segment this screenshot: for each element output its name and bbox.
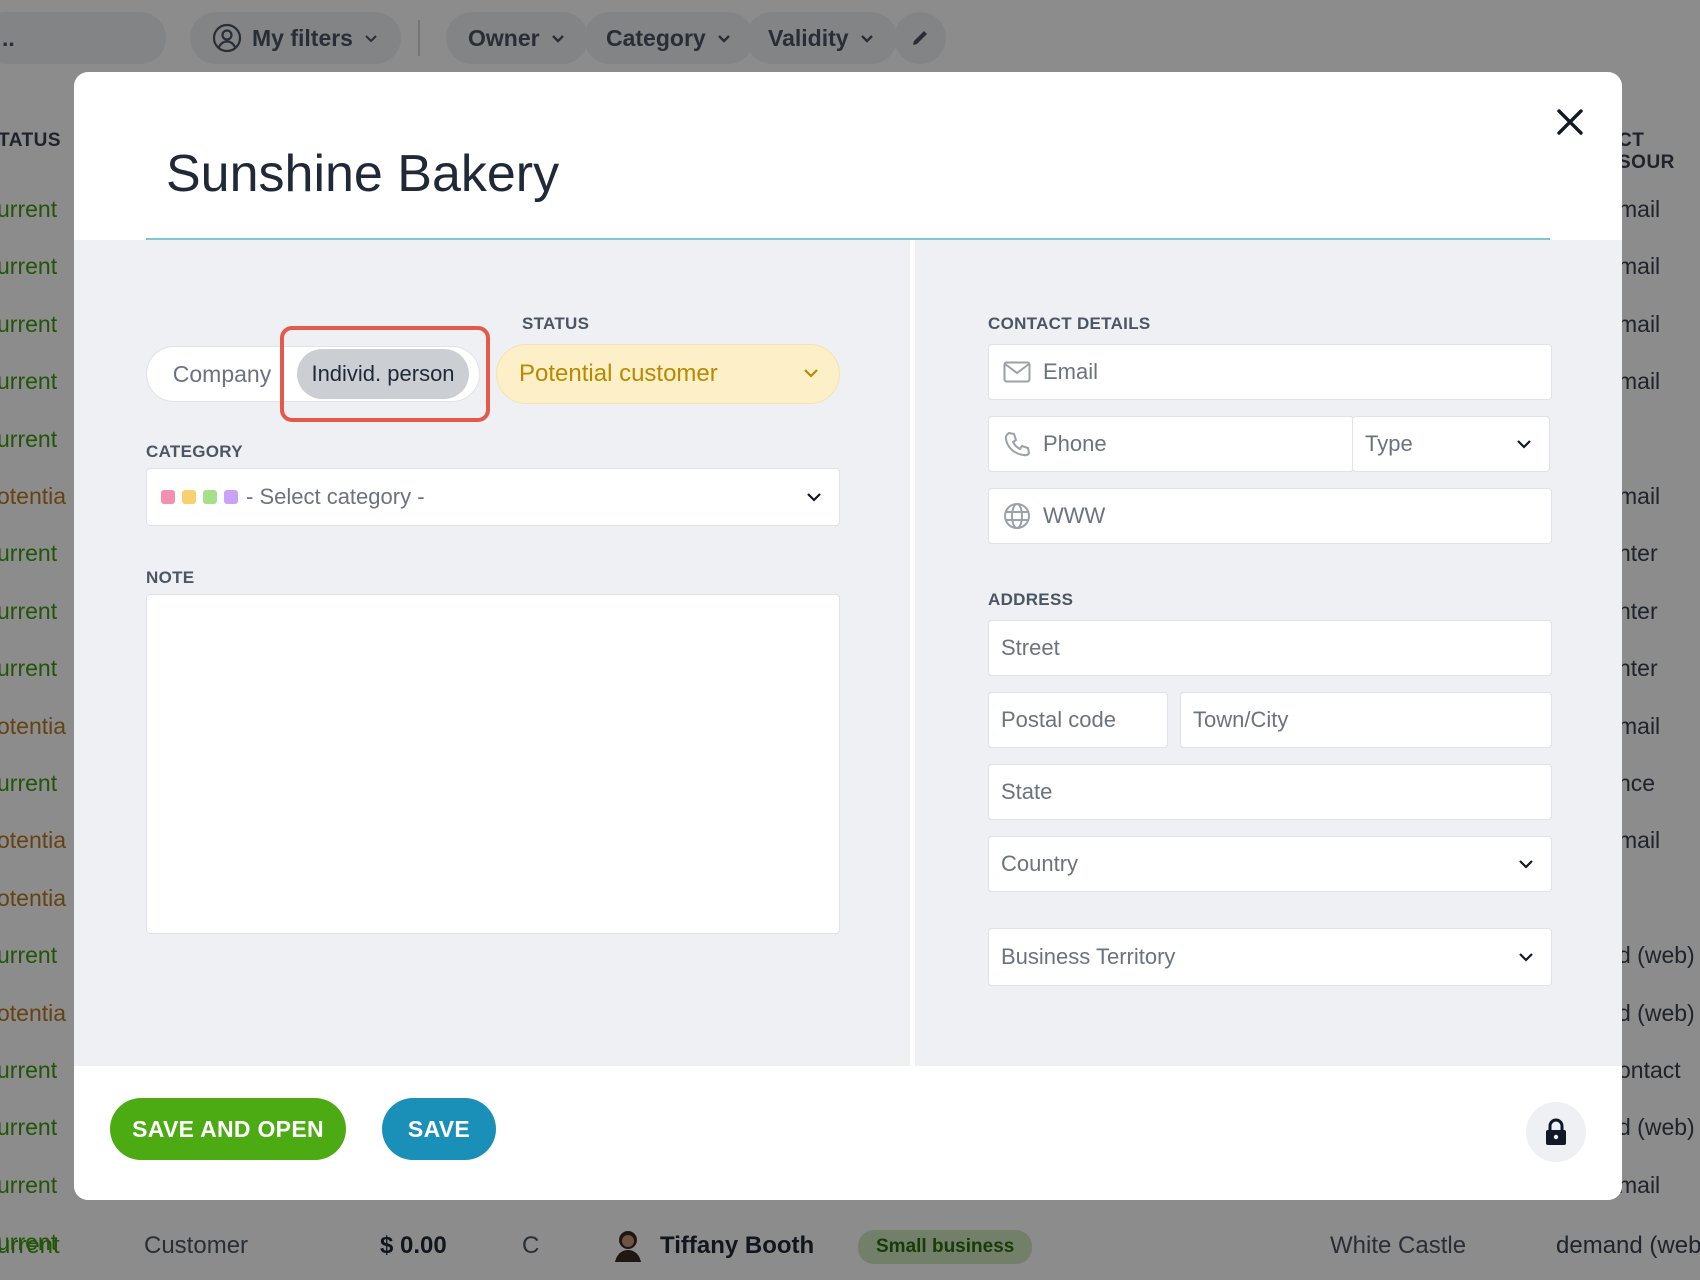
email-placeholder: Email — [1043, 359, 1099, 384]
phone-field[interactable]: Phone — [988, 416, 1354, 472]
lock-button[interactable] — [1526, 1102, 1586, 1162]
phone-placeholder: Phone — [1043, 431, 1107, 456]
category-dot — [203, 490, 217, 504]
country-placeholder: Country — [1001, 851, 1079, 876]
status-value: Potential customer — [519, 360, 718, 387]
chevron-down-icon — [1519, 953, 1533, 962]
save-button[interactable]: SAVE — [382, 1098, 496, 1160]
phone-type-value: Type — [1365, 431, 1413, 456]
note-textarea[interactable] — [146, 594, 840, 934]
status-label: STATUS — [522, 314, 590, 333]
new-contact-dialog: Sunshine Bakery STATUS Company Individ. … — [74, 72, 1622, 1200]
street-placeholder: Street — [1001, 635, 1060, 660]
toggle-company[interactable]: Company — [147, 347, 297, 401]
chevron-down-icon — [1517, 440, 1531, 449]
town-city-placeholder: Town/City — [1193, 707, 1289, 732]
lock-icon — [1546, 1118, 1566, 1145]
contact-details-label: CONTACT DETAILS — [988, 314, 1151, 333]
category-label: CATEGORY — [146, 442, 243, 461]
category-dot — [182, 490, 196, 504]
chevron-down-icon — [807, 493, 821, 502]
state-placeholder: State — [1001, 779, 1053, 804]
close-button[interactable] — [1548, 100, 1592, 144]
street-field[interactable]: Street — [988, 620, 1552, 676]
postal-code-placeholder: Postal code — [1001, 707, 1116, 732]
category-placeholder: - Select category - — [246, 484, 425, 509]
chevron-down-icon — [804, 369, 818, 378]
address-label: ADDRESS — [988, 590, 1074, 609]
dialog-footer: SAVE AND OPEN SAVE — [74, 1066, 1622, 1200]
business-territory-select[interactable]: Business Territory — [988, 928, 1552, 986]
country-select[interactable]: Country — [988, 836, 1552, 892]
dialog-title: Sunshine Bakery — [166, 145, 560, 203]
note-label: NOTE — [146, 568, 195, 587]
state-field[interactable]: State — [988, 764, 1552, 820]
close-icon — [1557, 109, 1583, 135]
chevron-down-icon — [1519, 860, 1533, 869]
save-and-open-button[interactable]: SAVE AND OPEN — [110, 1098, 346, 1160]
category-dot — [161, 490, 175, 504]
column-divider — [910, 240, 915, 1066]
phone-type-select[interactable]: Type — [1352, 416, 1550, 472]
dialog-body: STATUS Company Individ. person Potential… — [74, 240, 1622, 1066]
website-placeholder: WWW — [1043, 503, 1106, 528]
town-city-field[interactable]: Town/City — [1180, 692, 1552, 748]
category-color-dots — [147, 490, 238, 504]
website-field[interactable]: WWW — [988, 488, 1552, 544]
category-select[interactable]: - Select category - — [146, 468, 840, 526]
phone-icon — [1004, 431, 1031, 457]
envelope-icon — [1003, 361, 1031, 383]
status-select[interactable]: Potential customer — [496, 344, 840, 404]
business-territory-placeholder: Business Territory — [1001, 944, 1176, 969]
category-dot — [224, 490, 238, 504]
postal-code-field[interactable]: Postal code — [988, 692, 1168, 748]
globe-icon — [1004, 503, 1030, 529]
highlight-annotation — [280, 326, 490, 422]
email-field[interactable]: Email — [988, 344, 1552, 400]
